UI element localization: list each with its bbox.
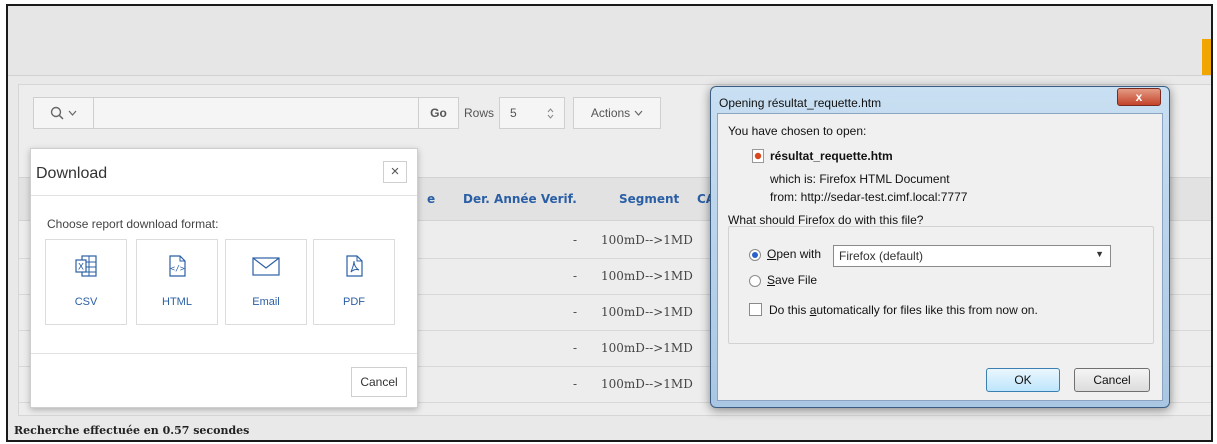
svg-text:X: X: [78, 263, 84, 273]
column-header-partial[interactable]: e: [427, 192, 435, 206]
html-document-icon: [752, 149, 764, 163]
option-label: Email: [252, 296, 280, 308]
cancel-button[interactable]: Cancel: [351, 367, 407, 397]
envelope-icon: [252, 257, 280, 276]
dialog-body: You have chosen to open: résultat_requet…: [717, 113, 1163, 401]
rows-value: 5: [510, 106, 517, 120]
close-button[interactable]: ×: [383, 161, 407, 183]
download-pdf-option[interactable]: PDF: [313, 239, 395, 325]
go-button[interactable]: Go: [419, 97, 459, 129]
close-icon: ×: [390, 163, 400, 180]
dropdown-arrow-icon: ▼: [1095, 249, 1104, 259]
label-text: ave File: [775, 273, 818, 287]
window-close-button[interactable]: x: [1117, 88, 1161, 106]
firefox-open-dialog: Opening résultat_requette.htm x You have…: [710, 86, 1170, 408]
intro-text: You have chosen to open:: [728, 124, 867, 138]
dialog-subtitle: Choose report download format:: [47, 217, 219, 231]
action-group: Open with Firefox (default) ▼ Save File …: [728, 226, 1154, 344]
column-header-segment[interactable]: Segment: [619, 192, 679, 206]
status-text: Recherche effectuée en 0.57 secondes: [14, 424, 250, 437]
label-text: utomatically for files like this from no…: [816, 303, 1038, 317]
actions-button[interactable]: Actions: [573, 97, 662, 129]
open-with-radio[interactable]: [749, 249, 761, 261]
save-file-radio[interactable]: [749, 275, 761, 287]
rows-select[interactable]: 5: [499, 97, 566, 129]
selected-application: Firefox (default): [839, 249, 924, 263]
label-text: pen with: [776, 247, 822, 261]
download-html-option[interactable]: </> HTML: [136, 239, 218, 325]
window-title: Opening résultat_requette.htm: [719, 96, 882, 110]
download-email-option[interactable]: Email: [225, 239, 307, 325]
cell-segment: 100mD-->1MD: [601, 233, 693, 247]
sort-arrows-icon: [547, 107, 554, 119]
cell-segment: 100mD-->1MD: [601, 305, 693, 319]
search-input[interactable]: [94, 98, 418, 128]
question-text: What should Firefox do with this file?: [728, 213, 924, 227]
divider: [31, 195, 417, 196]
search-box: [33, 97, 419, 129]
pdf-file-icon: [346, 255, 363, 277]
cell-segment: 100mD-->1MD: [601, 341, 693, 355]
cell-segment: 100mD-->1MD: [601, 377, 693, 391]
actions-label: Actions: [590, 106, 631, 120]
accesskey: O: [767, 247, 777, 261]
chevron-down-icon: [68, 110, 77, 116]
report-toolbar: Go Rows 5 Actions: [33, 97, 662, 129]
file-type: which is: Firefox HTML Document: [770, 172, 950, 186]
cell-annee: -: [573, 341, 578, 355]
svg-text:</>: </>: [170, 264, 185, 273]
label-text: Do this: [769, 303, 810, 317]
html-file-icon: </>: [169, 255, 186, 277]
application-select[interactable]: Firefox (default) ▼: [833, 245, 1111, 267]
option-label: CSV: [74, 296, 98, 308]
cell-annee: -: [573, 305, 578, 319]
download-dialog: Download × Choose report download format…: [30, 148, 418, 408]
file-source: from: http://sedar-test.cimf.local:7777: [770, 190, 968, 204]
open-with-label[interactable]: Open with: [767, 247, 821, 261]
file-name: résultat_requette.htm: [770, 149, 893, 163]
option-label: PDF: [343, 296, 365, 308]
csv-file-icon: X: [75, 255, 97, 277]
download-csv-option[interactable]: X CSV: [45, 239, 127, 325]
auto-checkbox[interactable]: [749, 303, 762, 316]
cell-annee: -: [573, 377, 578, 391]
save-file-label[interactable]: Save File: [767, 273, 817, 287]
rows-label: Rows: [464, 106, 495, 120]
accent-tab[interactable]: [1202, 39, 1211, 75]
cell-annee: -: [573, 233, 578, 247]
cell-segment: 100mD-->1MD: [601, 269, 693, 283]
accesskey: S: [767, 273, 776, 287]
header-band: [8, 6, 1211, 76]
auto-label[interactable]: Do this automatically for files like thi…: [769, 303, 1038, 317]
ok-button[interactable]: OK: [986, 368, 1060, 392]
chevron-down-icon: [634, 110, 643, 116]
cancel-button[interactable]: Cancel: [1074, 368, 1150, 392]
search-icon: [50, 106, 64, 120]
search-column-selector[interactable]: [34, 98, 94, 128]
cell-annee: -: [573, 269, 578, 283]
divider: [31, 353, 417, 354]
dialog-title: Download: [36, 165, 108, 182]
option-label: HTML: [162, 296, 192, 308]
column-header-der-annee[interactable]: Der. Année Verif.: [463, 192, 577, 206]
